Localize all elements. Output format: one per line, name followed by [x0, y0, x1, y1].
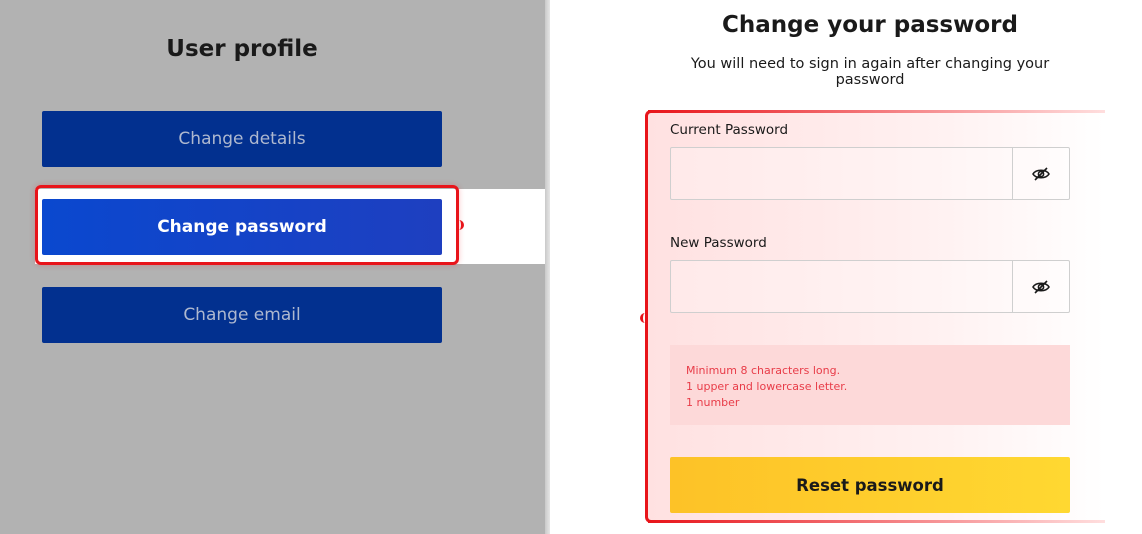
requirement-item: Minimum 8 characters long.	[686, 364, 841, 377]
toggle-new-password-visibility[interactable]	[1012, 261, 1069, 312]
sidebar-title: User profile	[166, 36, 318, 62]
password-requirements: Minimum 8 characters long. 1 upper and l…	[670, 345, 1070, 425]
change-email-button[interactable]: Change email	[42, 287, 442, 343]
new-password-field	[670, 260, 1070, 313]
eye-off-icon	[1032, 279, 1050, 294]
highlight-bottom-edge	[648, 520, 1105, 523]
panel-divider	[545, 0, 550, 534]
new-password-label: New Password	[670, 235, 767, 251]
highlight-notch	[640, 313, 648, 323]
page-title: Change your password	[722, 12, 1018, 38]
current-password-field	[670, 147, 1070, 200]
change-password-button[interactable]: Change password	[42, 199, 442, 255]
change-details-button[interactable]: Change details	[42, 111, 442, 167]
reset-password-button[interactable]: Reset password	[670, 457, 1070, 513]
current-password-label: Current Password	[670, 122, 789, 138]
eye-off-icon	[1032, 166, 1050, 181]
page-subtitle: You will need to sign in again after cha…	[690, 56, 1050, 88]
profile-sidebar: User profile Change details Change passw…	[0, 0, 545, 534]
highlight-top-edge	[648, 110, 1105, 113]
toggle-current-password-visibility[interactable]	[1012, 148, 1069, 199]
requirement-item: 1 upper and lowercase letter.	[686, 380, 848, 393]
current-password-input[interactable]	[671, 148, 1012, 199]
new-password-input[interactable]	[671, 261, 1012, 312]
requirement-item: 1 number	[686, 396, 740, 409]
